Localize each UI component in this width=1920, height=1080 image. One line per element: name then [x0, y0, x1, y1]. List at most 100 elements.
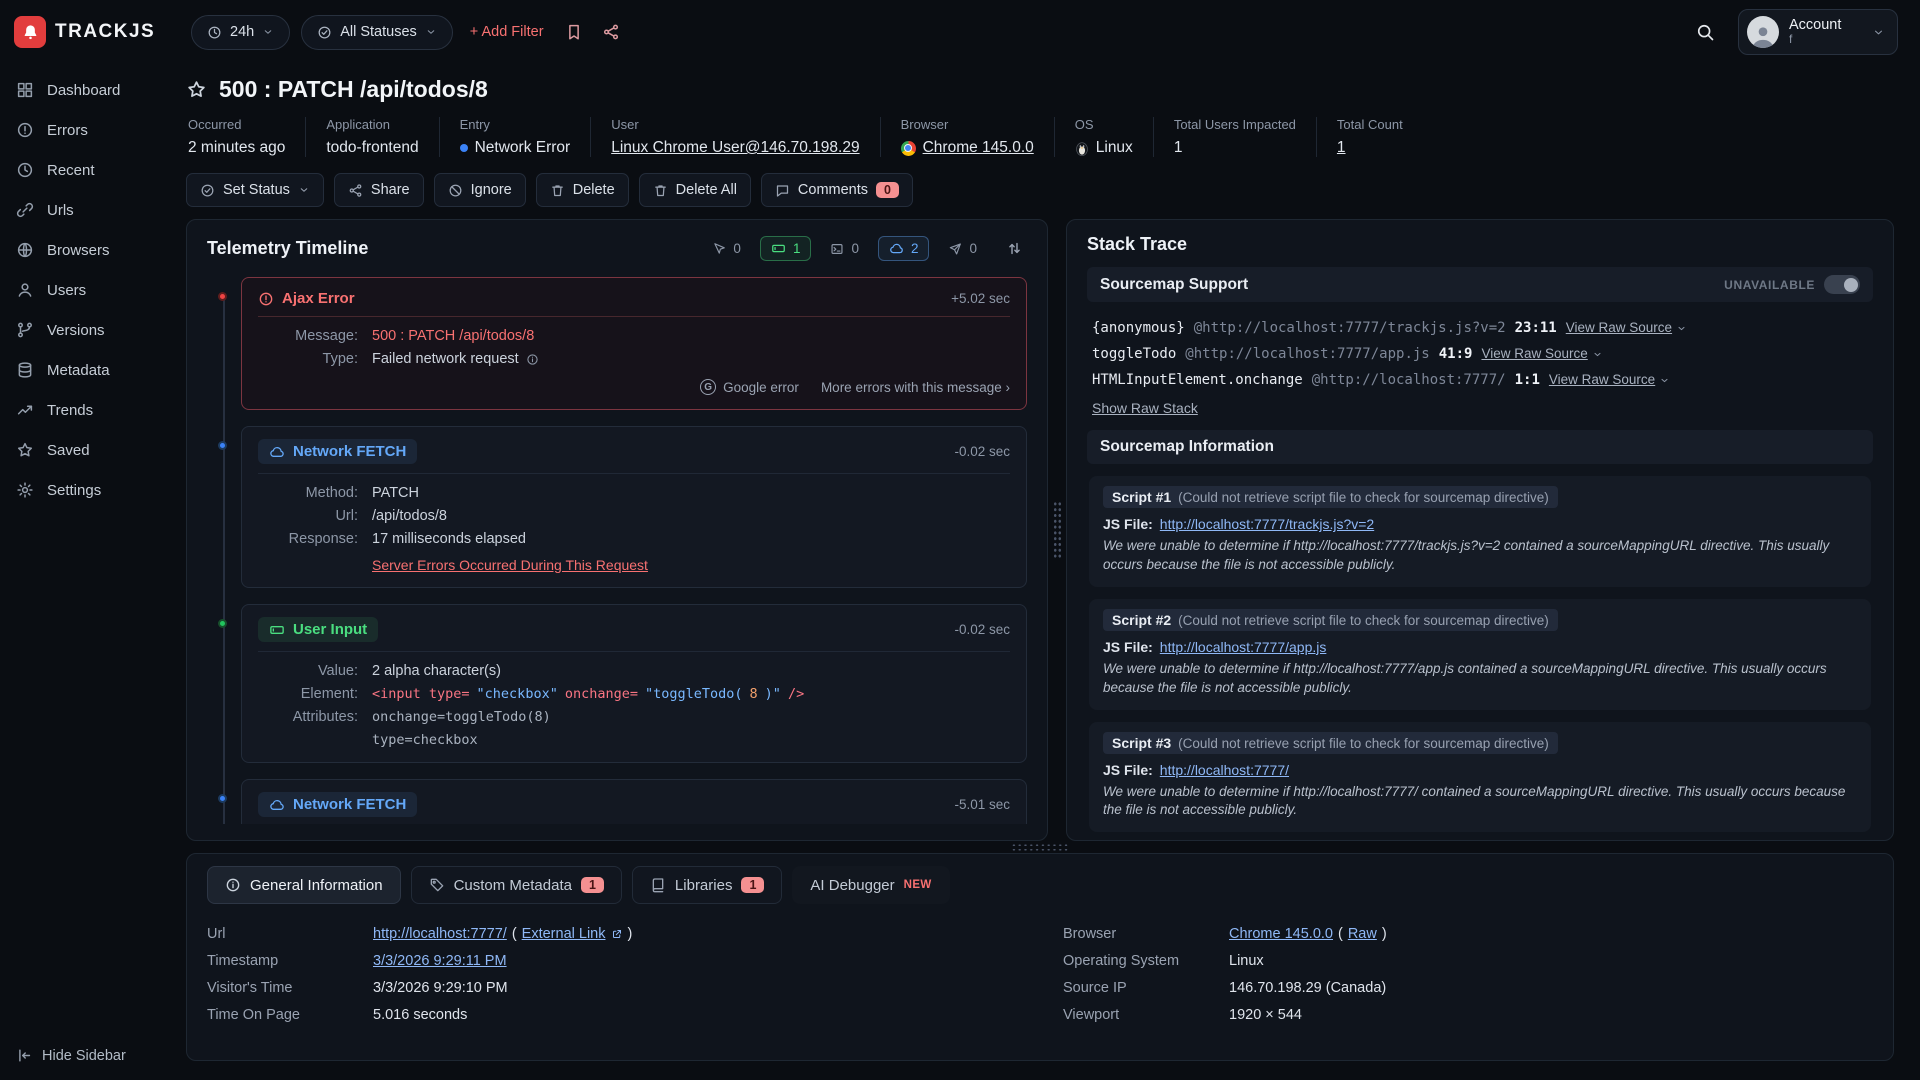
view-raw-source-link[interactable]: View Raw Source [1549, 367, 1670, 393]
sidebar-item-metadata[interactable]: Metadata [0, 350, 180, 390]
share-label: Share [371, 182, 410, 198]
new-badge: NEW [904, 879, 932, 891]
counter-value: 2 [911, 241, 919, 256]
vertical-resize-handle[interactable] [186, 841, 1894, 853]
delete-all-button[interactable]: Delete All [639, 173, 751, 207]
external-link[interactable]: External Link [522, 926, 606, 942]
raw-link[interactable]: Raw [1348, 926, 1377, 942]
sidebar-item-trends[interactable]: Trends [0, 390, 180, 430]
comments-count-badge: 0 [876, 182, 899, 198]
status-filter[interactable]: All Statuses [301, 15, 453, 50]
sidebar-item-recent[interactable]: Recent [0, 150, 180, 190]
tab-general-information[interactable]: General Information [207, 866, 401, 904]
share-icon[interactable] [598, 19, 624, 45]
sidebar-item-dashboard[interactable]: Dashboard [0, 70, 180, 110]
total-count-link[interactable]: 1 [1337, 139, 1403, 157]
console-counter[interactable]: 0 [819, 236, 870, 261]
clock-icon [207, 25, 222, 40]
info-label: Time On Page [207, 1007, 355, 1023]
timeline-entry-ajax-error[interactable]: Ajax Error +5.02 sec Message: 500 : PATC… [241, 277, 1027, 410]
frame-position: 23:11 [1515, 315, 1557, 341]
sidebar-item-saved[interactable]: Saved [0, 430, 180, 470]
sidebar-item-browsers[interactable]: Browsers [0, 230, 180, 270]
check-circle-icon [317, 25, 332, 40]
meta-label: Total Users Impacted [1174, 117, 1296, 132]
sort-icon [1006, 240, 1023, 257]
sort-order-button[interactable] [1002, 236, 1027, 261]
add-filter-button[interactable]: + Add Filter [464, 24, 550, 40]
timeline-entry-network-fetch[interactable]: Network FETCH -5.01 sec Method: GET Url:… [241, 779, 1027, 824]
meta-label: Entry [460, 117, 571, 132]
account-menu[interactable]: Account f [1738, 9, 1898, 55]
tab-label: Custom Metadata [454, 877, 572, 894]
view-raw-source-link[interactable]: View Raw Source [1566, 315, 1687, 341]
stack-trace-panel: Stack Trace Sourcemap Support UNAVAILABL… [1066, 219, 1894, 841]
browser-link[interactable]: Chrome 145.0.0 [923, 139, 1034, 157]
sidebar-item-errors[interactable]: Errors [0, 110, 180, 150]
google-error-link[interactable]: GGoogle error [700, 379, 799, 395]
input-counter[interactable]: 1 [760, 236, 812, 261]
url-link[interactable]: http://localhost:7777/ [373, 926, 507, 942]
console-icon [830, 242, 844, 256]
sidebar-item-users[interactable]: Users [0, 270, 180, 310]
share-button[interactable]: Share [334, 173, 424, 207]
hide-sidebar-button[interactable]: Hide Sidebar [16, 1047, 126, 1064]
dashboard-icon [16, 81, 34, 99]
info-label: Source IP [1063, 980, 1211, 996]
tab-custom-metadata[interactable]: Custom Metadata 1 [411, 866, 622, 904]
timestamp-link[interactable]: 3/3/2026 9:29:11 PM [373, 953, 507, 969]
info-value: 1920 × 544 [1229, 1007, 1873, 1023]
visitor-counter[interactable]: 0 [701, 236, 752, 261]
sidebar-item-versions[interactable]: Versions [0, 310, 180, 350]
search-icon[interactable] [1691, 18, 1719, 46]
meta-label: OS [1075, 117, 1133, 132]
comments-button[interactable]: Comments 0 [761, 173, 913, 207]
bookmark-icon[interactable] [561, 19, 587, 45]
js-file-link[interactable]: http://localhost:7777/app.js [1160, 639, 1327, 655]
meta-total-users: Total Users Impacted 1 [1153, 117, 1316, 157]
set-status-button[interactable]: Set Status [186, 173, 324, 207]
sidebar-item-label: Trends [47, 402, 93, 419]
server-errors-link[interactable]: Server Errors Occurred During This Reque… [372, 557, 1010, 573]
script-name: Script #1 [1112, 489, 1171, 505]
globe-icon [16, 241, 34, 259]
delete-button[interactable]: Delete [536, 173, 629, 207]
account-name: Account [1789, 17, 1862, 34]
timeline-entry-network-fetch[interactable]: Network FETCH -0.02 sec Method: PATCH Ur… [241, 426, 1027, 588]
database-icon [16, 361, 34, 379]
tab-ai-debugger[interactable]: AI Debugger NEW [792, 866, 949, 904]
js-file-link[interactable]: http://localhost:7777/ [1160, 762, 1289, 778]
timeline-dot-error [218, 292, 227, 301]
entry-time-offset: -5.01 sec [954, 797, 1010, 812]
frame-location: @http://localhost:7777/app.js [1185, 341, 1429, 367]
branch-icon [16, 321, 34, 339]
meta-browser: Browser Chrome 145.0.0 [880, 117, 1054, 157]
ignore-button[interactable]: Ignore [434, 173, 526, 207]
timeline-entry-user-input[interactable]: User Input -0.02 sec Value: 2 alpha char… [241, 604, 1027, 763]
set-status-label: Set Status [223, 182, 290, 198]
sourcemap-toggle[interactable] [1824, 275, 1860, 294]
sidebar-item-settings[interactable]: Settings [0, 470, 180, 510]
error-type: Failed network request [372, 351, 519, 367]
tab-count-badge: 1 [741, 877, 764, 893]
favorite-star-icon[interactable] [186, 79, 207, 100]
trackjs-logo[interactable]: TRACKJS [14, 16, 180, 48]
panel-resize-handle[interactable] [1048, 219, 1066, 841]
stack-frame: HTMLInputElement.onchange @http://localh… [1092, 367, 1868, 393]
js-file-link[interactable]: http://localhost:7777/trackjs.js?v=2 [1160, 516, 1374, 532]
time-range-filter[interactable]: 24h [191, 15, 290, 50]
more-errors-link[interactable]: More errors with this message › [821, 379, 1010, 395]
request-method: PATCH [372, 485, 1010, 501]
share-icon [348, 183, 363, 198]
view-raw-source-link[interactable]: View Raw Source [1481, 341, 1602, 367]
entry-time-offset: -0.02 sec [954, 444, 1010, 459]
tab-libraries[interactable]: Libraries 1 [632, 866, 782, 904]
user-link[interactable]: Linux Chrome User@146.70.198.29 [611, 139, 859, 157]
navigation-counter[interactable]: 0 [937, 236, 988, 261]
network-counter[interactable]: 2 [878, 236, 930, 261]
browser-version-link[interactable]: Chrome 145.0.0 [1229, 926, 1333, 942]
chevron-down-icon [262, 26, 274, 38]
sidebar-item-urls[interactable]: Urls [0, 190, 180, 230]
show-raw-stack-link[interactable]: Show Raw Stack [1092, 400, 1873, 416]
meta-total-count: Total Count 1 [1316, 117, 1423, 157]
